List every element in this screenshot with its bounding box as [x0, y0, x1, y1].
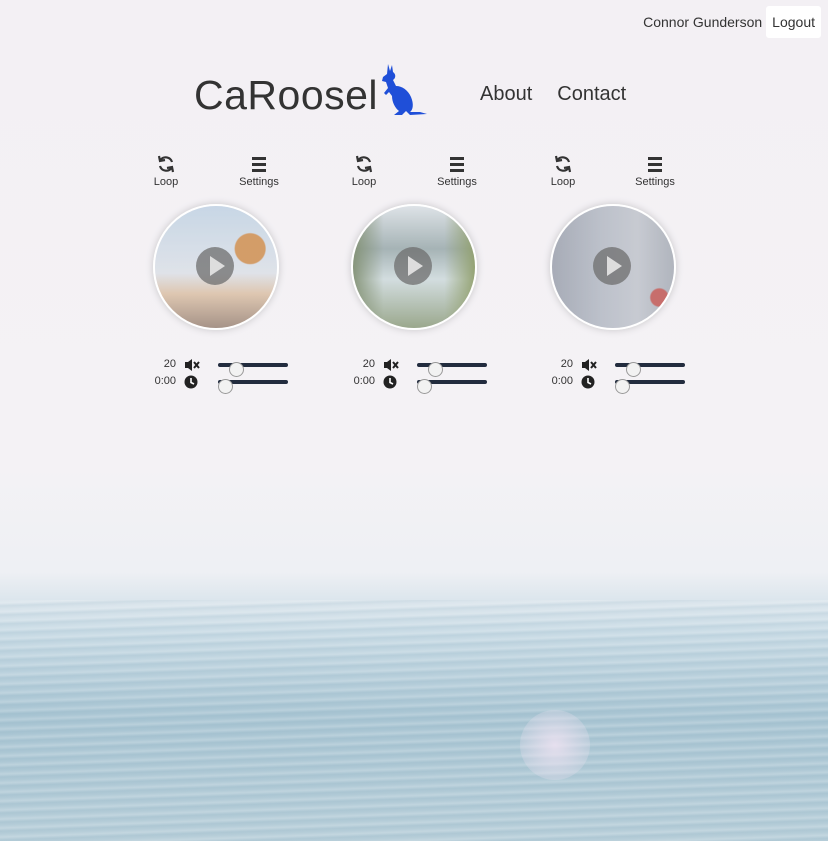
volume-row: 20 [134, 357, 294, 377]
settings-label: Settings [635, 176, 675, 188]
mute-icon[interactable] [184, 358, 200, 372]
volume-slider[interactable] [417, 362, 487, 377]
nav-about[interactable]: About [480, 83, 532, 106]
time-value: 0:00 [154, 375, 176, 387]
time-slider[interactable] [218, 379, 288, 394]
play-button[interactable] [593, 247, 631, 285]
time-row: 0:00 [134, 374, 294, 394]
mute-icon[interactable] [581, 358, 597, 372]
time-value: 0:00 [353, 375, 375, 387]
volume-value: 20 [163, 358, 176, 370]
settings-label: Settings [239, 176, 279, 188]
main-nav: About Contact [480, 83, 626, 106]
volume-value: 20 [362, 358, 375, 370]
time-row: 0:00 [531, 374, 691, 394]
player-3: Loop Settings 20 0:00 [531, 155, 691, 395]
loop-button[interactable]: Loop [533, 155, 593, 188]
time-slider[interactable] [417, 379, 487, 394]
time-value: 0:00 [551, 375, 573, 387]
background-mist [520, 710, 590, 780]
kangaroo-logo-icon [382, 64, 428, 115]
play-button[interactable] [394, 247, 432, 285]
loop-label: Loop [153, 176, 179, 188]
volume-slider[interactable] [615, 362, 685, 377]
video-thumbnail[interactable] [550, 204, 676, 330]
time-row: 0:00 [333, 374, 493, 394]
volume-row: 20 [531, 357, 691, 377]
clock-icon [383, 375, 397, 389]
volume-row: 20 [333, 357, 493, 377]
player-1: Loop Settings 20 0:00 [134, 155, 294, 395]
menu-icon [648, 157, 662, 172]
user-name: Connor Gunderson [643, 14, 763, 30]
time-slider-thumb[interactable] [417, 379, 432, 394]
settings-button[interactable]: Settings [625, 155, 685, 188]
brand-title: CaRoosel [194, 72, 379, 118]
loop-label: Loop [351, 176, 377, 188]
loop-button[interactable]: Loop [334, 155, 394, 188]
player-2: Loop Settings 20 0:00 [333, 155, 493, 395]
clock-icon [184, 375, 198, 389]
logout-button[interactable]: Logout [766, 6, 821, 38]
settings-button[interactable]: Settings [427, 155, 487, 188]
time-slider-thumb[interactable] [218, 379, 233, 394]
play-button[interactable] [196, 247, 234, 285]
loop-icon [157, 155, 175, 173]
volume-slider[interactable] [218, 362, 288, 377]
menu-icon [450, 157, 464, 172]
brand[interactable]: CaRoosel [194, 62, 428, 116]
time-slider[interactable] [615, 379, 685, 394]
time-slider-thumb[interactable] [615, 379, 630, 394]
loop-label: Loop [550, 176, 576, 188]
loop-icon [554, 155, 572, 173]
loop-button[interactable]: Loop [136, 155, 196, 188]
settings-button[interactable]: Settings [229, 155, 289, 188]
video-thumbnail[interactable] [153, 204, 279, 330]
nav-contact[interactable]: Contact [557, 83, 626, 106]
mute-icon[interactable] [383, 358, 399, 372]
video-thumbnail[interactable] [351, 204, 477, 330]
user-bar: Connor Gunderson Logout [643, 6, 821, 38]
loop-icon [355, 155, 373, 173]
volume-value: 20 [560, 358, 573, 370]
background-sea [0, 600, 828, 841]
clock-icon [581, 375, 595, 389]
settings-label: Settings [437, 176, 477, 188]
menu-icon [252, 157, 266, 172]
